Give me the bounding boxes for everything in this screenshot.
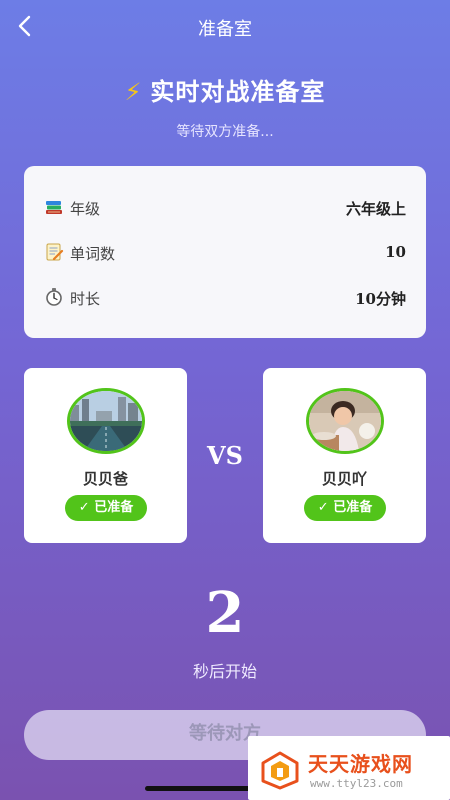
room-subtitle: 等待双方准备... (176, 124, 274, 140)
room-title: ⚡ 实时对战准备室 (0, 72, 450, 107)
nav-bar: 准备室 (0, 0, 450, 52)
word-count-value: 10 (385, 243, 406, 261)
vs-label: VS (207, 441, 243, 470)
ready-badge: ✓ 已准备 (65, 495, 147, 521)
stopwatch-icon (46, 288, 62, 306)
books-icon (46, 201, 62, 214)
grade-row: 年级 六年级上 (44, 196, 406, 220)
duration-row: 时长 10分钟 (44, 286, 406, 310)
watermark-logo-icon (261, 751, 299, 790)
grade-label: 年级 (70, 200, 101, 218)
watermark: 天天游戏网 www.ttyl23.com (248, 736, 450, 800)
word-count-label: 单词数 (70, 245, 116, 263)
player-card-right: 贝贝吖 ✓ 已准备 (263, 368, 426, 543)
countdown-number: 2 (205, 580, 245, 646)
avatar (306, 388, 384, 454)
grade-value: 六年级上 (345, 200, 406, 218)
ready-badge: ✓ 已准备 (304, 495, 386, 521)
avatar (67, 388, 145, 454)
lightning-icon: ⚡ (124, 78, 143, 106)
room-title-text: 实时对战准备室 (150, 78, 326, 106)
avatar-photo-child (309, 391, 381, 451)
page-title: 准备室 (198, 19, 252, 40)
player-name: 贝贝爸 (82, 470, 128, 488)
avatar-photo-road (70, 391, 142, 451)
watermark-url: www.ttyl23.com (310, 777, 403, 790)
duration-label: 时长 (70, 290, 101, 308)
player-name: 贝贝吖 (321, 470, 367, 488)
countdown-label: 秒后开始 (192, 662, 257, 681)
memo-icon (46, 243, 64, 261)
player-card-left: 贝贝爸 ✓ 已准备 (24, 368, 187, 543)
watermark-title: 天天游戏网 (308, 752, 413, 776)
duration-value: 10分钟 (355, 290, 406, 308)
word-count-row: 单词数 10 (44, 241, 406, 265)
settings-card: 年级 六年级上 单词数 10 时长 10分钟 (24, 166, 426, 338)
hero: ⚡ 实时对战准备室 等待双方准备... (0, 72, 450, 141)
